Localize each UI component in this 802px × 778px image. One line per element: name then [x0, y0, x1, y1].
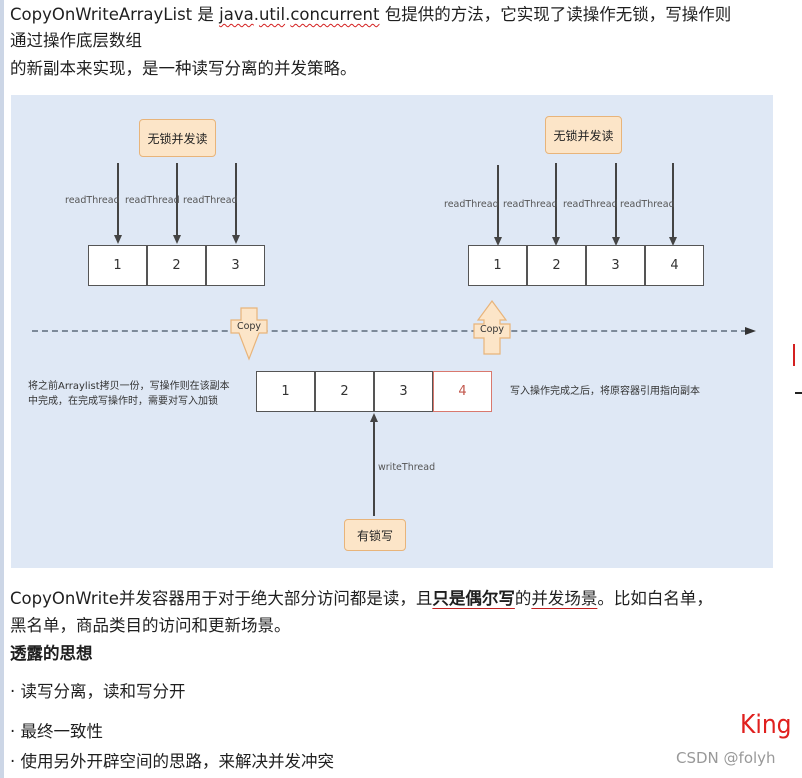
label-text: 有锁写 — [356, 528, 393, 543]
note-line: 将之前Arraylist拷贝一份，写操作则在该副本 — [28, 381, 230, 392]
bullet-item: · 最终一致性 — [10, 722, 103, 741]
read-thread-label: readThread — [444, 199, 499, 210]
copy-up-label: Copy — [479, 324, 505, 335]
body-paragraph-line-1: CopyOnWrite并发容器用于对于绝大部分访问都是读，且只是偶尔写的并发场景… — [10, 586, 713, 611]
left-border-bar — [0, 0, 4, 778]
note-line: 中完成，在完成写操作时，需要对写入加锁 — [28, 396, 218, 407]
array-cell: 4 — [645, 245, 704, 286]
array-cell: 1 — [468, 245, 527, 286]
copy-down-label: Copy — [236, 321, 262, 332]
red-annotation-mark — [793, 344, 802, 366]
arrow-head-down-icon — [232, 235, 240, 244]
copy-array-cell: 1 — [256, 371, 315, 412]
spell-underlined-word: concurrent — [290, 5, 380, 24]
spell-underlined-word: util — [258, 5, 286, 24]
annotation-dash — [795, 392, 802, 394]
arrow-head-down-icon — [173, 235, 181, 244]
read-thread-label: readThread — [563, 199, 618, 210]
lock-free-read-label-left: 无锁并发读 — [139, 119, 216, 157]
array-cell: 3 — [206, 245, 265, 286]
array-cell: 2 — [527, 245, 586, 286]
copy-note-right: 写入操作完成之后，将原容器引用指向副本 — [510, 386, 700, 397]
section-heading: 透露的思想 — [10, 644, 93, 663]
lock-free-read-label-right: 无锁并发读 — [545, 116, 622, 154]
intro-line-3: 的新副本来实现，是一种读写分离的并发策略。 — [10, 59, 357, 78]
body-text: CopyOnWrite并发容器用于对于绝大部分访问都是读，且 — [10, 589, 433, 608]
label-text: 无锁并发读 — [147, 131, 208, 146]
read-thread-label: readThread — [503, 199, 558, 210]
intro-text: 包提供的方法，它实现了读操作无锁，写操作则 — [379, 5, 732, 24]
read-thread-label: readThread — [620, 199, 675, 210]
bold-text: 只是偶尔写 — [432, 589, 515, 608]
read-thread-label: readThread — [125, 195, 180, 206]
bullet-item: · 使用另外开辟空间的思路，来解决并发冲突 — [10, 752, 334, 771]
read-thread-label: readThread — [65, 195, 120, 206]
timeline-dashed-line — [32, 330, 747, 332]
bullet-item: · 读写分离，读和写分开 — [10, 682, 186, 701]
array-cell: 2 — [147, 245, 206, 286]
read-thread-label: readThread — [183, 195, 238, 206]
handwritten-annotation: King — [740, 710, 792, 740]
array-cell: 3 — [586, 245, 645, 286]
body-paragraph-line-2: 黑名单，商品类目的访问和更新场景。 — [10, 616, 291, 635]
array-cell: 1 — [88, 245, 147, 286]
spell-underlined-word: java — [219, 5, 254, 24]
body-text: 的 — [514, 589, 532, 608]
new-element-cell: 4 — [433, 371, 492, 412]
write-arrow-line — [373, 420, 375, 516]
copy-on-write-diagram: 无锁并发读 readThread readThread readThread 1… — [11, 95, 773, 568]
intro-text: CopyOnWriteArrayList 是 — [10, 5, 220, 24]
body-text: 。比如白名单， — [597, 589, 713, 608]
copy-note-left: 将之前Arraylist拷贝一份，写操作则在该副本 中完成，在完成写操作时，需要… — [28, 379, 230, 409]
intro-line-1: CopyOnWriteArrayList 是 java.util.concurr… — [10, 2, 731, 27]
copy-array-cell: 2 — [315, 371, 374, 412]
label-text: 无锁并发读 — [553, 128, 614, 143]
arrow-head-down-icon — [114, 235, 122, 244]
locked-write-label: 有锁写 — [344, 519, 406, 551]
csdn-watermark: CSDN @folyh — [676, 749, 776, 767]
copy-array-cell: 3 — [374, 371, 433, 412]
intro-line-2: 通过操作底层数组 — [10, 31, 142, 50]
underlined-text: 并发场景 — [531, 589, 598, 608]
write-thread-label: writeThread — [378, 462, 436, 473]
timeline-arrow-head-icon — [745, 327, 756, 335]
copy-down-arrow-icon — [230, 307, 268, 361]
